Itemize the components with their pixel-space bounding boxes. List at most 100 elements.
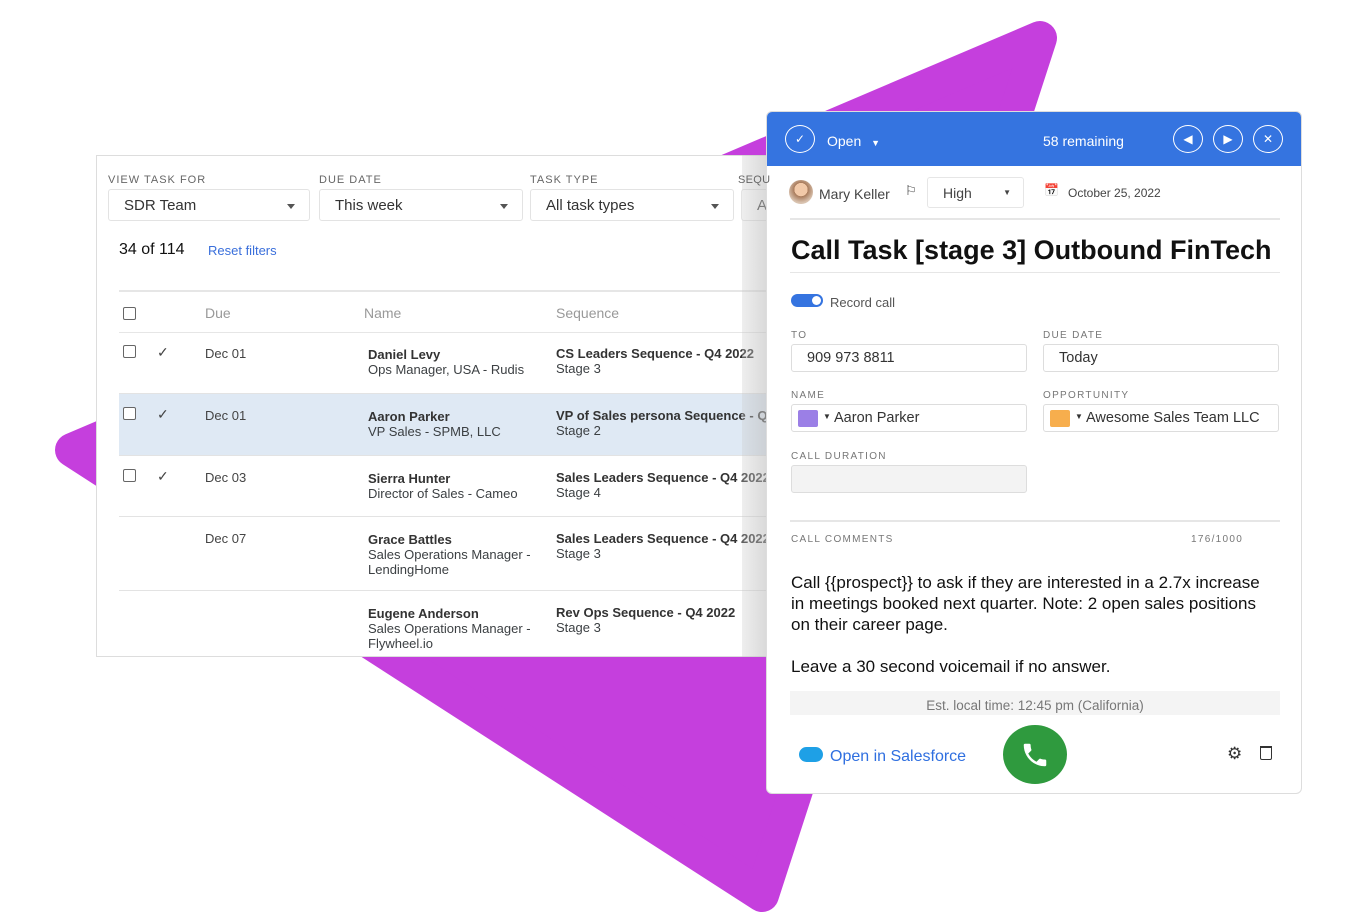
to-field[interactable]: 909 973 8811 (791, 344, 1027, 372)
caret-down-icon (500, 204, 508, 209)
name-cell[interactable]: Sierra Hunter Director of Sales - Cameo (368, 471, 548, 501)
priority-select[interactable]: High ▼ (927, 177, 1024, 208)
calendar-icon: 📅 (1044, 183, 1059, 197)
call-duration-label: CALL DURATION (791, 451, 887, 462)
comment-paragraph: Leave a 30 second voicemail if no answer… (791, 657, 1111, 676)
view-task-for-select[interactable]: SDR Team (108, 189, 310, 221)
contact-title: Director of Sales - Cameo (368, 486, 518, 501)
status-dropdown[interactable]: Open ▼ (827, 133, 880, 149)
due-cell: Dec 03 (205, 470, 247, 485)
reset-filters-link[interactable]: Reset filters (208, 243, 277, 258)
status-value: Open (827, 133, 862, 149)
divider (790, 272, 1280, 273)
sequence-cell[interactable]: Sales Leaders Sequence - Q4 2022 Stage 3 (556, 531, 770, 561)
local-time: Est. local time: 12:45 pm (California) (790, 691, 1280, 715)
trash-icon[interactable] (1260, 746, 1272, 760)
select-value: SDR Team (124, 197, 197, 214)
filter-label: TASK TYPE (530, 174, 599, 186)
priority-value: High (943, 185, 972, 201)
name-cell[interactable]: Aaron Parker VP Sales - SPMB, LLC (368, 409, 548, 439)
filter-label: SEQU (738, 174, 770, 186)
complete-check-icon[interactable]: ✓ (785, 125, 815, 153)
table-row[interactable]: Eugene Anderson Sales Operations Manager … (119, 591, 770, 656)
contact-name: Aaron Parker (368, 409, 450, 424)
call-duration-field[interactable] (791, 465, 1027, 493)
column-sequence[interactable]: Sequence (556, 305, 619, 321)
crown-icon (1050, 410, 1070, 427)
to-label: TO (791, 330, 808, 341)
row-checkbox[interactable] (123, 407, 136, 420)
call-comments-label: CALL COMMENTS (791, 534, 894, 545)
call-button[interactable] (1003, 725, 1067, 784)
sequence-cell[interactable]: CS Leaders Sequence - Q4 2022 Stage 3 (556, 346, 770, 376)
caret-down-icon: ▼ (1075, 412, 1083, 421)
task-detail-card: ✓ Open ▼ 58 remaining ◀ ▶ ✕ Mary Keller … (766, 111, 1302, 794)
name-value: Aaron Parker (834, 410, 920, 426)
next-icon[interactable]: ▶ (1213, 125, 1243, 153)
column-name[interactable]: Name (364, 305, 401, 321)
caret-down-icon (711, 204, 719, 209)
column-due[interactable]: Due (205, 305, 231, 321)
record-call-label: Record call (830, 295, 896, 310)
result-count: 34 of 114 (119, 241, 185, 258)
sequence-stage: Stage 2 (556, 423, 601, 438)
due-cell: Dec 07 (205, 531, 247, 546)
contact-name: Grace Battles (368, 532, 452, 547)
record-call-toggle[interactable] (791, 294, 823, 307)
caret-down-icon: ▼ (871, 138, 881, 148)
contact-name: Sierra Hunter (368, 471, 451, 486)
close-icon[interactable]: ✕ (1253, 125, 1283, 153)
owner-name: Mary Keller (819, 186, 890, 202)
filter-label: DUE DATE (319, 174, 382, 186)
task-list-panel: VIEW TASK FOR SDR Team DUE DATE This wee… (96, 155, 770, 657)
checkmark-icon: ✓ (157, 344, 169, 360)
name-field[interactable]: ▼ Aaron Parker (791, 404, 1027, 432)
row-checkbox[interactable] (123, 469, 136, 482)
settings-gear-icon[interactable]: ⚙ (1227, 744, 1242, 764)
salesforce-cloud-icon (799, 747, 823, 762)
opportunity-value: Awesome Sales Team LLC (1086, 410, 1260, 426)
open-in-salesforce-link[interactable]: Open in Salesforce (830, 748, 966, 766)
divider (790, 218, 1280, 220)
due-cell: Dec 01 (205, 346, 247, 361)
opportunity-field[interactable]: ▼ Awesome Sales Team LLC (1043, 404, 1279, 432)
due-date-label: DUE DATE (1043, 330, 1104, 341)
select-value: This week (335, 197, 403, 214)
select-all-checkbox[interactable] (123, 307, 136, 320)
due-date-text: October 25, 2022 (1068, 186, 1161, 200)
row-checkbox[interactable] (123, 345, 136, 358)
table-header: Due Name Sequence (119, 290, 770, 333)
previous-icon[interactable]: ◀ (1173, 125, 1203, 153)
contact-title: Sales Operations Manager - LendingHome (368, 547, 531, 577)
sequence-stage: Stage 3 (556, 546, 601, 561)
table-row[interactable]: Dec 07 Grace Battles Sales Operations Man… (119, 517, 770, 591)
sequence-cell[interactable]: Sales Leaders Sequence - Q4 2022 Stage 4 (556, 470, 770, 500)
name-cell[interactable]: Eugene Anderson Sales Operations Manager … (368, 606, 548, 651)
caret-down-icon: ▼ (1003, 188, 1011, 197)
divider (790, 520, 1280, 522)
name-cell[interactable]: Daniel Levy Ops Manager, USA - Rudis (368, 347, 548, 377)
contact-title: VP Sales - SPMB, LLC (368, 424, 501, 439)
due-cell: Dec 01 (205, 408, 247, 423)
call-comments-text[interactable]: Call {{prospect}} to ask if they are int… (791, 572, 1261, 677)
sequence-cell[interactable]: VP of Sales persona Sequence - Q4 Stage 2 (556, 408, 770, 438)
comments-counter: 176/1000 (1191, 534, 1244, 545)
due-date-field[interactable]: Today (1043, 344, 1279, 372)
task-title: Call Task [stage 3] Outbound FinTech (791, 235, 1272, 265)
phone-icon (1023, 743, 1047, 766)
due-date-select[interactable]: This week (319, 189, 523, 221)
contact-title: Sales Operations Manager - Flywheel.io (368, 621, 531, 651)
checkmark-icon: ✓ (157, 406, 169, 422)
table-row[interactable]: ✓ Dec 03 Sierra Hunter Director of Sales -… (119, 456, 770, 517)
task-type-select[interactable]: All task types (530, 189, 734, 221)
sequence-stage: Stage 3 (556, 361, 601, 376)
name-cell[interactable]: Grace Battles Sales Operations Manager - … (368, 532, 548, 577)
flag-icon: ⚐ (905, 183, 917, 198)
sequence-cell[interactable]: Rev Ops Sequence - Q4 2022 Stage 3 (556, 605, 770, 635)
contact-name: Eugene Anderson (368, 606, 479, 621)
filter-label: VIEW TASK FOR (108, 174, 207, 186)
table-row[interactable]: ✓ Dec 01 Daniel Levy Ops Manager, USA - Ru… (119, 332, 770, 394)
caret-down-icon (287, 204, 295, 209)
table-row[interactable]: ✓ Dec 01 Aaron Parker VP Sales - SPMB, LLC… (119, 394, 770, 456)
sequence-stage: Stage 3 (556, 620, 601, 635)
